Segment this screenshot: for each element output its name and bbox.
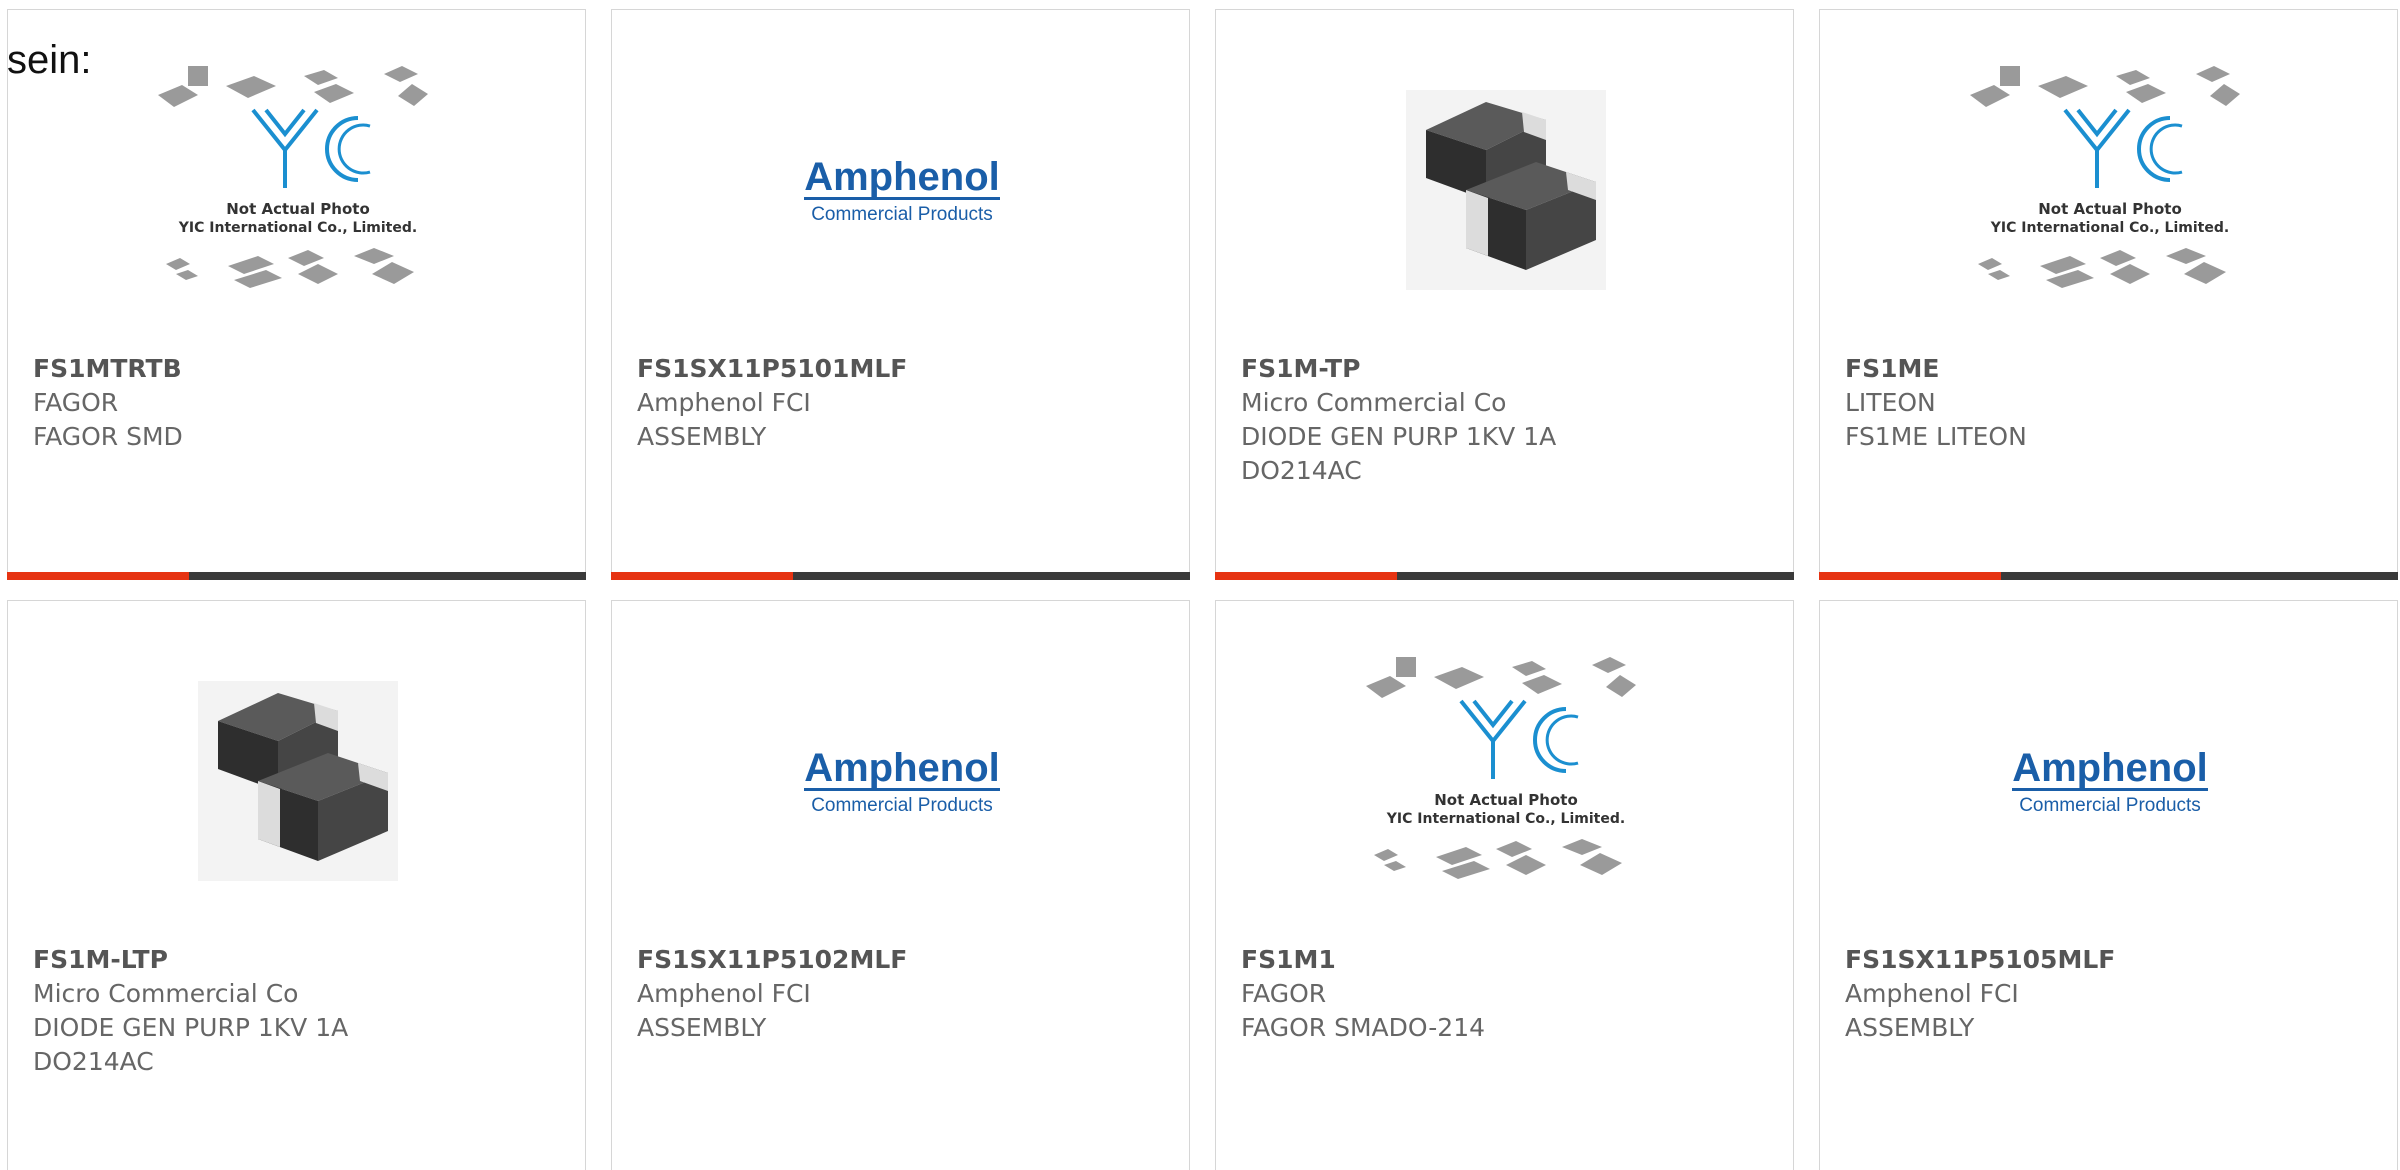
placeholder-caption-line1: Not Actual Photo bbox=[226, 200, 370, 218]
manufacturer-name: Micro Commercial Co bbox=[1241, 388, 1507, 417]
placeholder-caption-line1: Not Actual Photo bbox=[2038, 200, 2182, 218]
product-card[interactable]: Not Actual Photo YIC International Co., … bbox=[1819, 9, 2398, 580]
amphenol-logo-name: Amphenol bbox=[2012, 746, 2208, 790]
product-card[interactable]: Amphenol Commercial Products FS1SX11P510… bbox=[611, 600, 1190, 1170]
product-card[interactable]: Not Actual Photo YIC International Co., … bbox=[1215, 600, 1794, 1170]
product-description: DIODE GEN PURP 1KV 1A bbox=[1241, 422, 1557, 451]
product-description: ASSEMBLY bbox=[1845, 1013, 1975, 1042]
amphenol-logo-name: Amphenol bbox=[804, 155, 1000, 199]
product-thumbnail[interactable]: Amphenol Commercial Products bbox=[612, 50, 1189, 360]
product-thumbnail[interactable]: Amphenol Commercial Products bbox=[612, 641, 1189, 951]
smd-diode-photo bbox=[198, 681, 398, 881]
product-description: ASSEMBLY bbox=[637, 1013, 767, 1042]
product-thumbnail[interactable]: Amphenol Commercial Products bbox=[1820, 641, 2397, 951]
placeholder-caption-line2: YIC International Co., Limited. bbox=[178, 220, 417, 236]
card-bottom-bar bbox=[1215, 572, 1794, 580]
yic-placeholder-image: Not Actual Photo YIC International Co., … bbox=[1970, 66, 2240, 288]
manufacturer-name: FAGOR bbox=[33, 388, 119, 417]
part-number-link[interactable]: FS1SX11P5102MLF bbox=[637, 945, 907, 974]
product-card[interactable]: Amphenol Commercial Products FS1SX11P510… bbox=[1819, 600, 2398, 1170]
part-number-link[interactable]: FS1M1 bbox=[1241, 945, 1336, 974]
product-description: ASSEMBLY bbox=[637, 422, 767, 451]
placeholder-caption-line2: YIC International Co., Limited. bbox=[1386, 811, 1625, 827]
part-number-link[interactable]: FS1M-LTP bbox=[33, 945, 168, 974]
manufacturer-name: Amphenol FCI bbox=[637, 388, 811, 417]
product-thumbnail[interactable] bbox=[1216, 50, 1793, 360]
product-card[interactable]: FS1M-LTP Micro Commercial Co DIODE GEN PUR… bbox=[7, 600, 586, 1170]
product-description: DO214AC bbox=[1241, 456, 1362, 485]
amphenol-logo-tagline: Commercial Products bbox=[811, 204, 993, 225]
lead-text: sein: bbox=[7, 38, 92, 82]
card-bottom-bar bbox=[7, 572, 586, 580]
placeholder-caption-line2: YIC International Co., Limited. bbox=[1990, 220, 2229, 236]
placeholder-caption-line1: Not Actual Photo bbox=[1434, 791, 1578, 809]
amphenol-logo-image: Amphenol Commercial Products bbox=[2012, 746, 2208, 816]
amphenol-logo-image: Amphenol Commercial Products bbox=[804, 155, 1000, 225]
product-thumbnail[interactable]: Not Actual Photo YIC International Co., … bbox=[1820, 50, 2397, 360]
product-description: FAGOR SMADO-214 bbox=[1241, 1013, 1486, 1042]
smd-diode-photo bbox=[1406, 90, 1606, 290]
yic-placeholder-image: Not Actual Photo YIC International Co., … bbox=[1366, 657, 1636, 879]
card-bottom-bar bbox=[611, 572, 1190, 580]
card-bar-accent bbox=[1215, 572, 1397, 580]
manufacturer-name: LITEON bbox=[1845, 388, 1936, 417]
card-bottom-bar bbox=[1819, 572, 2398, 580]
part-number-link[interactable]: FS1MTRTB bbox=[33, 354, 182, 383]
product-thumbnail[interactable]: Not Actual Photo YIC International Co., … bbox=[1216, 641, 1793, 951]
manufacturer-name: FAGOR bbox=[1241, 979, 1327, 1008]
product-description: FAGOR SMD bbox=[33, 422, 183, 451]
product-description: FS1ME LITEON bbox=[1845, 422, 2027, 451]
part-number-link[interactable]: FS1M-TP bbox=[1241, 354, 1360, 383]
amphenol-logo-tagline: Commercial Products bbox=[2019, 795, 2201, 816]
product-card[interactable]: Amphenol Commercial Products FS1SX11P510… bbox=[611, 9, 1190, 580]
amphenol-logo-name: Amphenol bbox=[804, 746, 1000, 790]
manufacturer-name: Amphenol FCI bbox=[637, 979, 811, 1008]
product-thumbnail[interactable]: Not Actual Photo YIC International Co., … bbox=[8, 50, 585, 360]
manufacturer-name: Micro Commercial Co bbox=[33, 979, 299, 1008]
product-card[interactable]: Not Actual Photo YIC International Co., … bbox=[7, 9, 586, 580]
part-number-link[interactable]: FS1ME bbox=[1845, 354, 1939, 383]
card-bar-accent bbox=[1819, 572, 2001, 580]
manufacturer-name: Amphenol FCI bbox=[1845, 979, 2019, 1008]
amphenol-logo-image: Amphenol Commercial Products bbox=[804, 746, 1000, 816]
card-bar-accent bbox=[7, 572, 189, 580]
card-bar-accent bbox=[611, 572, 793, 580]
part-number-link[interactable]: FS1SX11P5105MLF bbox=[1845, 945, 2115, 974]
product-card[interactable]: FS1M-TP Micro Commercial Co DIODE GEN PURP… bbox=[1215, 9, 1794, 580]
product-thumbnail[interactable] bbox=[8, 641, 585, 951]
product-description: DIODE GEN PURP 1KV 1A bbox=[33, 1013, 349, 1042]
yic-placeholder-image: Not Actual Photo YIC International Co., … bbox=[158, 66, 428, 288]
product-description: DO214AC bbox=[33, 1047, 154, 1076]
product-grid: Not Actual Photo YIC International Co., … bbox=[7, 9, 2400, 1170]
part-number-link[interactable]: FS1SX11P5101MLF bbox=[637, 354, 907, 383]
amphenol-logo-tagline: Commercial Products bbox=[811, 795, 993, 816]
